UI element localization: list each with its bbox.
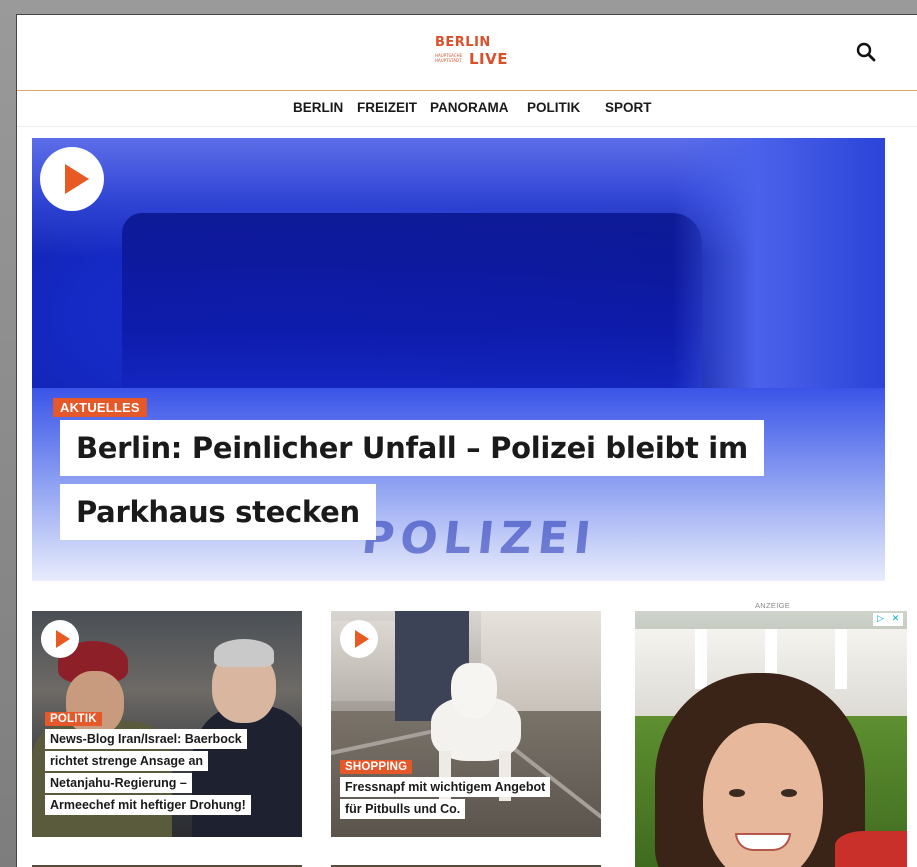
ad-close-icon[interactable]: ✕ <box>888 613 903 626</box>
nav-item-politik[interactable]: POLITIK <box>527 100 580 115</box>
hero-headline-line2[interactable]: Parkhaus stecken <box>60 484 376 540</box>
search-button[interactable] <box>855 41 877 63</box>
hero-category-tag[interactable]: AKTUELLES <box>53 398 147 417</box>
card2-headline-line[interactable]: für Pitbulls und Co. <box>340 799 466 819</box>
ad-choices[interactable]: ▷ ✕ <box>873 613 903 626</box>
card1-headline-line[interactable]: News-Blog Iran/Israel: Baerbock <box>45 729 247 749</box>
nav-item-sport[interactable]: SPORT <box>605 100 652 115</box>
logo-top-text: BERLIN <box>435 35 491 50</box>
ad-image-jacket <box>835 831 907 867</box>
ad-image-eye <box>729 789 745 797</box>
card2-image-dog-head <box>451 663 497 719</box>
site-logo[interactable]: BERLIN HAUPTSACHE HAUPTSTADT LIVE <box>435 35 515 75</box>
article-card-shopping[interactable]: SHOPPING Fressnapf mit wichtigem Angebot… <box>331 611 601 837</box>
card1-play-icon[interactable] <box>41 620 79 658</box>
card1-category-tag[interactable]: POLITIK <box>45 712 102 726</box>
card2-image-building <box>481 611 601 711</box>
logo-bottom-text: LIVE <box>469 50 508 68</box>
hero-article[interactable]: POLIZEI AKTUELLES Berlin: Peinlicher Unf… <box>32 138 885 581</box>
ad-image-eye <box>781 789 797 797</box>
card1-headline-line[interactable]: Netanjahu-Regierung – <box>45 773 192 793</box>
hero-image-lettering: POLIZEI <box>359 513 600 564</box>
search-icon <box>856 42 876 62</box>
hero-headline-line1[interactable]: Berlin: Peinlicher Unfall – Polizei blei… <box>60 420 764 476</box>
ad-image-pillar <box>695 629 707 689</box>
hero-play-icon[interactable] <box>40 147 104 211</box>
card1-image-suit <box>192 706 302 837</box>
card1-headline-line[interactable]: Armeechef mit heftiger Drohung! <box>45 795 251 815</box>
advertisement[interactable] <box>635 611 907 867</box>
nav-item-freizeit[interactable]: FREIZEIT <box>357 100 417 115</box>
hero-image-window <box>122 213 702 403</box>
ad-image-pillar <box>835 629 847 689</box>
nav-item-panorama[interactable]: PANORAMA <box>430 100 509 115</box>
card1-headline-line[interactable]: richtet strenge Ansage an <box>45 751 209 771</box>
card2-play-icon[interactable] <box>340 620 378 658</box>
card1-image-hair <box>214 639 274 667</box>
logo-tagline: HAUPTSACHE HAUPTSTADT <box>435 53 463 63</box>
site-header: BERLIN HAUPTSACHE HAUPTSTADT LIVE <box>17 15 917 91</box>
article-card-politik[interactable]: POLITIK News-Blog Iran/Israel: Baerbock … <box>32 611 302 837</box>
adchoices-icon[interactable]: ▷ <box>873 613 888 626</box>
nav-item-berlin[interactable]: BERLIN <box>293 100 343 115</box>
news-page: BERLIN HAUPTSACHE HAUPTSTADT LIVE BERLIN… <box>16 14 917 867</box>
card2-headline-line[interactable]: Fressnapf mit wichtigem Angebot <box>340 777 551 797</box>
ad-label: ANZEIGE <box>755 601 791 610</box>
card2-category-tag[interactable]: SHOPPING <box>340 760 413 774</box>
